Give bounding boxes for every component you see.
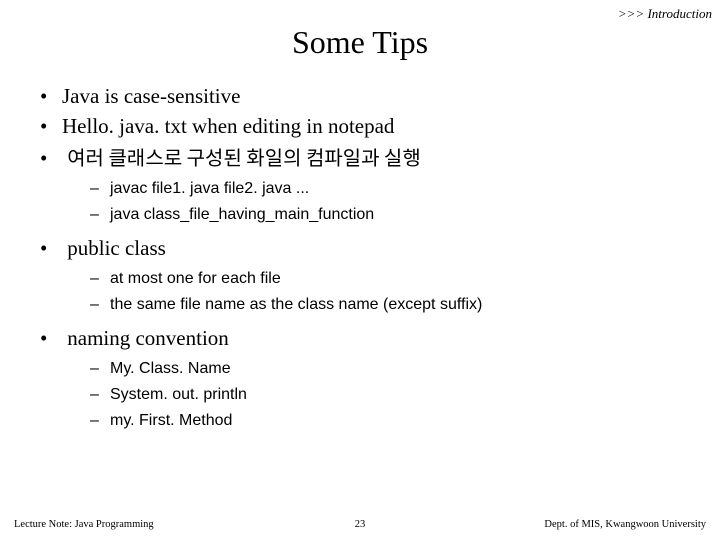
bullet-text: 여러 클래스로 구성된 화일의 컴파일과 실행 bbox=[67, 142, 421, 171]
sub-list: javac file1. java file2. java ... java c… bbox=[62, 179, 690, 225]
footer: Lecture Note: Java Programming 23 Dept. … bbox=[0, 519, 720, 530]
sub-list: at most one for each file the same file … bbox=[62, 269, 690, 315]
bullet-item: 여러 클래스로 구성된 화일의 컴파일과 실행 javac file1. jav… bbox=[62, 144, 690, 225]
bullet-item: naming convention My. Class. Name System… bbox=[62, 325, 690, 431]
page-number: 23 bbox=[355, 519, 366, 530]
sub-item: at most one for each file bbox=[110, 269, 690, 289]
sub-item: My. Class. Name bbox=[110, 359, 690, 379]
bullet-text: public class bbox=[67, 236, 166, 260]
sub-item: the same file name as the class name (ex… bbox=[110, 295, 690, 315]
slide: >>> Introduction Some Tips Java is case-… bbox=[0, 0, 720, 540]
sub-item: System. out. println bbox=[110, 385, 690, 405]
bullet-list: Java is case-sensitive Hello. java. txt … bbox=[30, 83, 690, 431]
bullet-item: Hello. java. txt when editing in notepad bbox=[62, 113, 690, 139]
footer-right: Dept. of MIS, Kwangwoon University bbox=[544, 519, 706, 530]
footer-left: Lecture Note: Java Programming bbox=[14, 519, 154, 530]
bullet-text: naming convention bbox=[67, 326, 229, 350]
sub-item: my. First. Method bbox=[110, 411, 690, 431]
breadcrumb: >>> Introduction bbox=[618, 6, 712, 22]
sub-list: My. Class. Name System. out. println my.… bbox=[62, 359, 690, 431]
bullet-item: public class at most one for each file t… bbox=[62, 235, 690, 315]
sub-item: java class_file_having_main_function bbox=[110, 205, 690, 225]
page-title: Some Tips bbox=[30, 24, 690, 61]
bullet-item: Java is case-sensitive bbox=[62, 83, 690, 109]
sub-item: javac file1. java file2. java ... bbox=[110, 179, 690, 199]
